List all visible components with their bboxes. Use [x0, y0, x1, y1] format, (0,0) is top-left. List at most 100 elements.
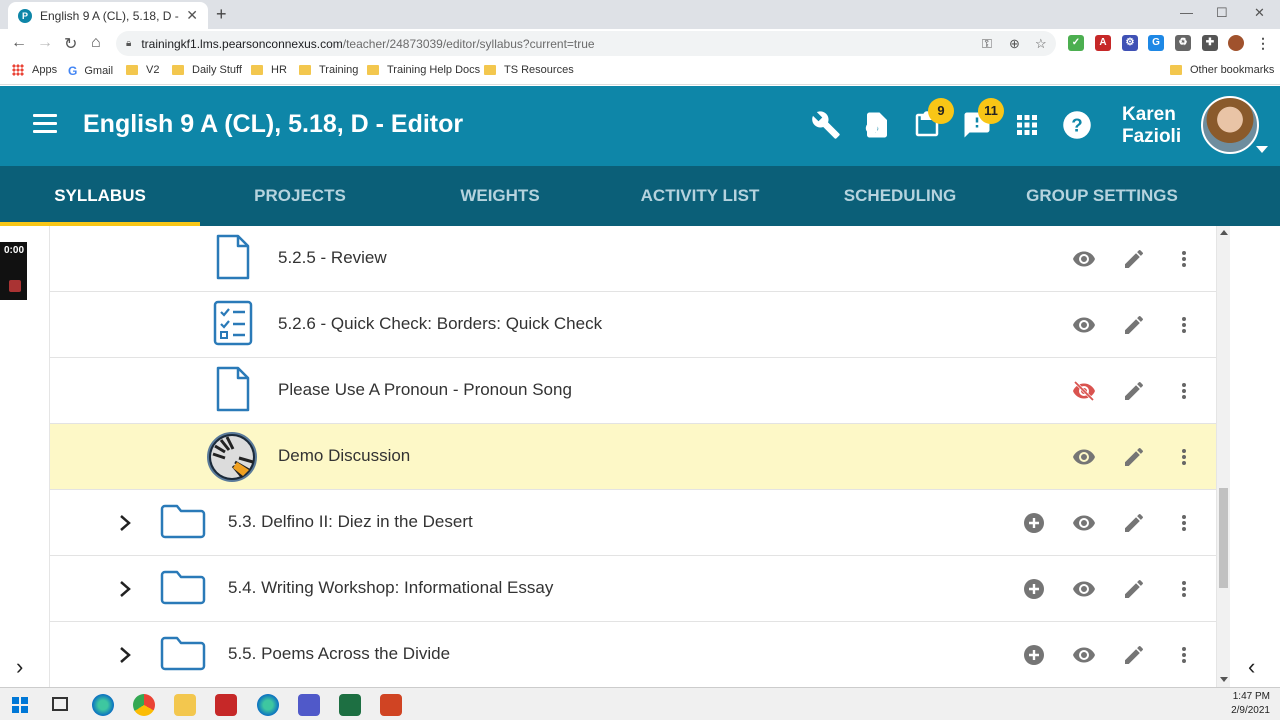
chevron-right-icon[interactable]: [118, 580, 132, 598]
expand-right-panel-icon[interactable]: ‹: [1248, 654, 1255, 680]
avatar[interactable]: [1201, 96, 1259, 154]
item-title[interactable]: 5.2.6 - Quick Check: Borders: Quick Chec…: [278, 314, 602, 334]
more-vertical-icon[interactable]: [1171, 313, 1197, 337]
eye-off-icon[interactable]: [1071, 379, 1097, 403]
profile-avatar-icon[interactable]: [1228, 35, 1244, 51]
scroll-down-arrow-icon[interactable]: [1220, 677, 1228, 682]
eye-icon[interactable]: [1071, 247, 1097, 271]
folder-title[interactable]: 5.3. Delfino II: Diez in the Desert: [228, 512, 473, 532]
tab-syllabus[interactable]: SYLLABUS: [0, 166, 200, 226]
pencil-edit-icon[interactable]: [1121, 313, 1147, 337]
tab-scheduling[interactable]: SCHEDULING: [800, 166, 1000, 226]
file-explorer-icon[interactable]: [174, 694, 196, 716]
more-vertical-icon[interactable]: [1171, 379, 1197, 403]
maximize-icon[interactable]: ☐: [1216, 5, 1228, 21]
gear-extension-icon[interactable]: ⚙: [1122, 35, 1138, 51]
edge-icon[interactable]: [92, 694, 114, 716]
item-title[interactable]: 5.2.5 - Review: [278, 248, 387, 268]
user-name[interactable]: Karen Fazioli: [1122, 104, 1181, 148]
close-window-icon[interactable]: ✕: [1254, 5, 1265, 21]
excel-icon[interactable]: [339, 694, 361, 716]
tab-group-settings[interactable]: GROUP SETTINGS: [1002, 166, 1202, 226]
more-vertical-icon[interactable]: [1171, 577, 1197, 601]
minimize-icon[interactable]: —: [1180, 5, 1193, 20]
bookmark-hr[interactable]: HR: [251, 64, 287, 76]
list-item[interactable]: 5.2.6 - Quick Check: Borders: Quick Chec…: [50, 292, 1216, 358]
list-item[interactable]: Please Use A Pronoun - Pronoun Song: [50, 358, 1216, 424]
tab-activity-list[interactable]: ACTIVITY LIST: [600, 166, 800, 226]
translate-extension-icon[interactable]: G: [1148, 35, 1164, 51]
list-item[interactable]: 5.2.5 - Review: [50, 226, 1216, 292]
more-vertical-icon[interactable]: [1171, 511, 1197, 535]
pencil-edit-icon[interactable]: [1121, 247, 1147, 271]
folder-title[interactable]: 5.4. Writing Workshop: Informational Ess…: [228, 578, 553, 598]
expand-left-panel-icon[interactable]: ›: [16, 654, 23, 680]
extensions-puzzle-icon[interactable]: ✚: [1202, 35, 1218, 51]
zoom-icon[interactable]: ⊕: [1009, 36, 1020, 52]
reload-icon[interactable]: ↻: [64, 34, 77, 54]
apps-grid-icon[interactable]: [1012, 110, 1042, 140]
eye-icon[interactable]: [1071, 643, 1097, 667]
tab-projects[interactable]: PROJECTS: [200, 166, 400, 226]
more-vertical-icon[interactable]: [1171, 643, 1197, 667]
help-icon[interactable]: ?: [1062, 110, 1092, 140]
task-view-icon[interactable]: [52, 697, 68, 711]
bookmark-training-help-docs[interactable]: Training Help Docs: [367, 64, 480, 76]
system-clock[interactable]: 1:47 PM 2/9/2021: [1231, 690, 1270, 718]
hamburger-menu-icon[interactable]: [33, 114, 57, 134]
stop-record-icon[interactable]: [9, 280, 21, 292]
folder-title[interactable]: 5.5. Poems Across the Divide: [228, 644, 450, 664]
teams-icon[interactable]: [298, 694, 320, 716]
add-circle-icon[interactable]: [1021, 643, 1047, 667]
bookmark-gmail[interactable]: G Gmail: [68, 64, 113, 78]
preview-search-icon[interactable]: [862, 110, 892, 140]
screen-recorder-widget[interactable]: 0:00: [0, 242, 27, 300]
bookmark-other[interactable]: Other bookmarks: [1170, 64, 1274, 76]
bookmark-daily-stuff[interactable]: Daily Stuff: [172, 64, 242, 76]
powerpoint-icon[interactable]: [380, 694, 402, 716]
list-item[interactable]: 5.3. Delfino II: Diez in the Desert: [50, 490, 1216, 556]
tab-weights[interactable]: WEIGHTS: [400, 166, 600, 226]
back-icon[interactable]: ←: [11, 34, 27, 52]
bookmark-v2[interactable]: V2: [126, 64, 159, 76]
close-tab-icon[interactable]: ✕: [186, 7, 198, 24]
list-item[interactable]: 5.5. Poems Across the Divide: [50, 622, 1216, 687]
snipping-tool-icon[interactable]: [215, 694, 237, 716]
bookmark-apps[interactable]: Apps: [12, 64, 57, 76]
pencil-edit-icon[interactable]: [1121, 577, 1147, 601]
star-icon[interactable]: ☆: [1035, 36, 1047, 52]
more-vertical-icon[interactable]: [1171, 247, 1197, 271]
eye-icon[interactable]: [1071, 313, 1097, 337]
scrollbar-thumb[interactable]: [1219, 488, 1228, 588]
windows-start-icon[interactable]: [12, 697, 28, 713]
extension-green-icon[interactable]: ✓: [1068, 35, 1084, 51]
add-circle-icon[interactable]: [1021, 511, 1047, 535]
forward-icon[interactable]: →: [37, 34, 53, 52]
key-icon[interactable]: ⚿: [982, 36, 992, 52]
pencil-edit-icon[interactable]: [1121, 511, 1147, 535]
chrome-icon[interactable]: [133, 694, 155, 716]
recycle-extension-icon[interactable]: ♻: [1175, 35, 1191, 51]
item-title[interactable]: Please Use A Pronoun - Pronoun Song: [278, 380, 572, 400]
chevron-right-icon[interactable]: [118, 646, 132, 664]
pdf-extension-icon[interactable]: A: [1095, 35, 1111, 51]
list-item[interactable]: 5.4. Writing Workshop: Informational Ess…: [50, 556, 1216, 622]
menu-kebab-icon[interactable]: ⋮: [1255, 35, 1271, 51]
new-tab-icon[interactable]: +: [216, 4, 227, 25]
caret-down-icon[interactable]: [1256, 146, 1268, 153]
item-title[interactable]: Demo Discussion: [278, 446, 410, 466]
chevron-right-icon[interactable]: [118, 514, 132, 532]
scroll-up-arrow-icon[interactable]: [1220, 230, 1228, 235]
add-circle-icon[interactable]: [1021, 577, 1047, 601]
browser-tab[interactable]: P English 9 A (CL), 5.18, D - Editor ✕: [8, 2, 208, 29]
more-vertical-icon[interactable]: [1171, 445, 1197, 469]
address-bar[interactable]: 🔒︎ trainingkf1.lms.pearsonconnexus.com/t…: [116, 31, 1056, 56]
eye-icon[interactable]: [1071, 445, 1097, 469]
pencil-edit-icon[interactable]: [1121, 379, 1147, 403]
wrench-icon[interactable]: [811, 110, 841, 140]
home-icon[interactable]: ⌂: [91, 34, 101, 52]
list-item[interactable]: Demo Discussion: [50, 424, 1216, 490]
pencil-edit-icon[interactable]: [1121, 445, 1147, 469]
scrollbar[interactable]: [1217, 226, 1230, 687]
edge-beta-icon[interactable]: [257, 694, 279, 716]
